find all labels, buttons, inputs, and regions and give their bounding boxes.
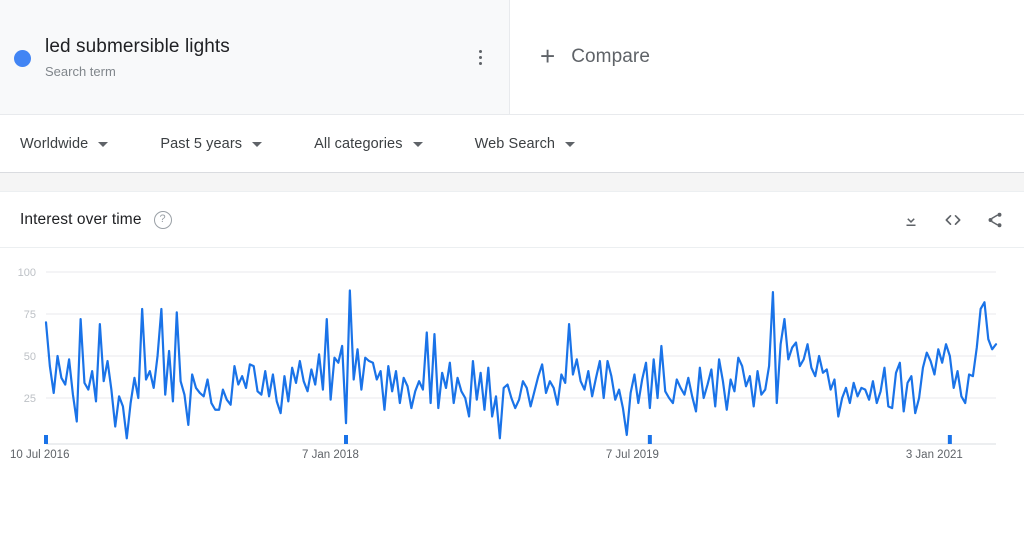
filter-category[interactable]: All categories — [314, 135, 423, 152]
filter-search-type[interactable]: Web Search — [475, 136, 576, 152]
filter-location[interactable]: Worldwide — [20, 135, 109, 152]
help-circle-icon[interactable]: ? — [153, 210, 172, 229]
x-axis-tick-label: 10 Jul 2016 — [10, 449, 69, 461]
filter-bar: Worldwide Past 5 years All categories We… — [0, 115, 1024, 172]
y-axis-tick-label: 50 — [24, 351, 36, 363]
card-actions — [900, 209, 1006, 231]
series-color-dot — [14, 49, 31, 67]
search-term-card[interactable]: led submersible lights Search term — [0, 0, 510, 114]
search-term-text: led submersible lights Search term — [45, 34, 469, 81]
share-icon[interactable] — [984, 209, 1006, 231]
x-axis-tick-label: 3 Jan 2021 — [906, 449, 963, 461]
filter-time-range[interactable]: Past 5 years — [160, 135, 263, 152]
search-term-title: led submersible lights — [45, 35, 230, 57]
interest-over-time-card: Interest over time ? 100 75 50 25 10 Jul… — [0, 192, 1024, 523]
x-axis-tick-mark — [344, 435, 348, 444]
page-title: Interest over time — [20, 210, 142, 228]
chart-line-series — [44, 289, 998, 440]
x-axis-tick-mark — [44, 435, 48, 444]
chevron-down-icon — [565, 142, 576, 147]
x-axis-tick-label: 7 Jan 2018 — [302, 449, 359, 461]
chevron-down-icon — [412, 142, 423, 147]
y-axis-tick-label: 100 — [18, 267, 36, 279]
x-axis-tick-mark — [647, 435, 652, 444]
search-term-subtitle: Search term — [45, 63, 116, 79]
add-comparison-button[interactable]: + Compare — [510, 0, 1024, 114]
section-divider — [0, 172, 1024, 192]
plus-icon: + — [540, 41, 556, 71]
y-axis-tick-label: 25 — [24, 393, 36, 405]
filter-category-label: All categories — [314, 135, 403, 152]
card-header: Interest over time ? — [0, 192, 1024, 248]
chart-plot-area[interactable]: 100 75 50 25 10 Jul 2016 7 Jan 2018 7 Jul 2019… — [0, 248, 1024, 523]
chevron-down-icon — [252, 142, 263, 147]
more-vert-icon[interactable] — [469, 43, 491, 71]
interest-over-time-chart: 100 75 50 25 10 Jul 2016 7 Jan 2018 7 Jul 2019… — [10, 267, 998, 461]
filter-search-type-label: Web Search — [474, 135, 556, 152]
filter-time-range-label: Past 5 years — [160, 135, 243, 152]
y-axis-tick-label: 75 — [24, 309, 36, 321]
filter-location-label: Worldwide — [20, 135, 89, 152]
embed-code-icon[interactable] — [942, 209, 964, 231]
x-axis-tick-mark — [947, 435, 952, 444]
download-icon[interactable] — [900, 209, 922, 231]
term-bar: led submersible lights Search term + Com… — [0, 0, 1024, 115]
x-axis-tick-label: 7 Jul 2019 — [606, 449, 659, 461]
compare-label: Compare — [571, 46, 651, 67]
chevron-down-icon — [98, 142, 109, 147]
